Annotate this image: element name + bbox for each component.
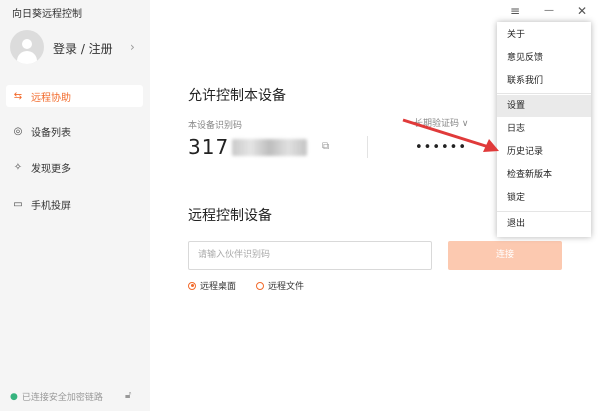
annotation-arrow xyxy=(402,118,499,152)
